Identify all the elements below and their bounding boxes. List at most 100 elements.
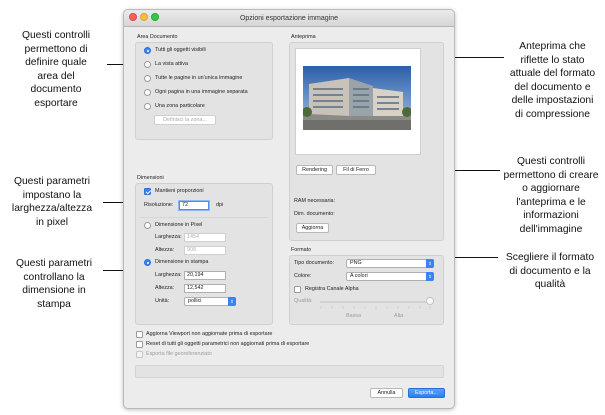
annotation-line: riflette lo stato (520, 54, 585, 66)
annotation-line: del documento e (514, 81, 591, 93)
update-viewports-checkbox[interactable] (136, 331, 143, 338)
annotation-line: o aggiornare (522, 183, 580, 194)
update-viewports-label[interactable]: Aggiorna Viewport non aggiornate prima d… (146, 331, 272, 338)
define-zone-button[interactable]: Definisci la zona... (154, 115, 216, 125)
annotation-line: Questi parametri (13, 176, 91, 187)
print-width-label: Larghezza: (155, 272, 182, 278)
wireframe-button[interactable]: Fil di Ferro (336, 165, 376, 175)
annotation-print-size: Questi parametri controllano la dimensio… (4, 257, 104, 311)
pixel-height-input[interactable]: 908 (184, 246, 226, 255)
chevron-updown-icon: ⇕ (228, 297, 236, 306)
pixel-width-label: Larghezza: (155, 234, 182, 240)
dimensions-separator (140, 217, 268, 218)
color-label: Colore: (294, 273, 312, 279)
annotation-line: Questi controlli (21, 30, 91, 41)
dialog-title: Opzioni esportazione immagine (239, 15, 339, 22)
annotation-line: qualità (534, 279, 566, 290)
quality-high-label: Alta (394, 313, 404, 319)
annotation-line: controllano la (23, 271, 85, 283)
annotation-line: esportare (34, 97, 78, 109)
radio-label[interactable]: Tutti gli oggetti visibili (155, 47, 206, 54)
resolution-unit: dpi (216, 202, 224, 208)
doc-size-label: Dim. documento: (294, 211, 335, 217)
annotation-line: dimensione in (22, 285, 86, 296)
annotation-line: permettono di creare (503, 169, 599, 181)
doc-type-label: Tipo documento: (294, 260, 334, 266)
pixel-size-label[interactable]: Dimensione in Pixel (155, 222, 202, 229)
annotation-line: informazioni (523, 210, 579, 221)
pixel-width-input[interactable]: 1454 (184, 233, 226, 242)
radio-each-page-separate[interactable] (144, 89, 151, 96)
annotation-line: dell'immagine (519, 223, 583, 235)
quality-slider-track[interactable] (320, 301, 430, 303)
annotation-line: definire quale (25, 57, 87, 68)
reset-parametric-checkbox[interactable] (136, 341, 143, 348)
minimize-window-icon[interactable] (140, 13, 148, 21)
zoom-window-icon[interactable] (151, 13, 159, 21)
annotation-line: delle impostazioni (511, 95, 594, 106)
alpha-channel-checkbox[interactable] (294, 286, 301, 293)
quality-low-label: Bassa (346, 313, 361, 319)
radio-pixel-size[interactable] (144, 222, 151, 229)
keep-proportions-checkbox[interactable] (144, 188, 151, 195)
ram-label: RAM necessaria: (294, 198, 336, 204)
cancel-button[interactable]: Annulla (370, 388, 403, 398)
chevron-updown-icon: ⇕ (426, 259, 434, 268)
annotation-line: impostano la (22, 189, 82, 201)
quality-label: Qualità: (294, 298, 313, 304)
annotation-line: larghezza/altezza (11, 203, 93, 214)
preview-heading: Anteprima (291, 34, 316, 40)
units-label: Unità: (155, 298, 170, 304)
annotation-line: in pixel (35, 216, 69, 228)
units-select[interactable]: pollici ⇕ (184, 297, 236, 306)
area-heading: Area Documento (137, 34, 178, 40)
radio-label[interactable]: La vista attiva (155, 61, 188, 68)
annotation-line: documento (30, 84, 82, 95)
radio-print-size[interactable] (144, 259, 151, 266)
color-select[interactable]: A colori ⇕ (346, 272, 434, 281)
georeferenced-label[interactable]: Esporta file georeferenziato (146, 351, 212, 358)
annotation-line: Scegliere il formato (505, 252, 595, 263)
print-height-input[interactable]: 12,542 (184, 284, 226, 293)
resolution-label: Risoluzione: (144, 202, 174, 208)
radio-active-view[interactable] (144, 61, 151, 68)
color-value: A colori (350, 273, 368, 279)
annotation-line: Questi controlli (516, 156, 586, 167)
annotation-line: di compressione (515, 108, 590, 120)
radio-all-pages-one-image[interactable] (144, 75, 151, 82)
format-heading: Formato (291, 247, 312, 253)
export-button[interactable]: Esporta... (408, 388, 445, 398)
radio-label[interactable]: Ogni pagina in una immagine separata (155, 89, 248, 96)
annotation-format: Scegliere il formato di documento e la q… (495, 251, 605, 292)
doc-type-select[interactable]: PNG ⇕ (346, 259, 434, 268)
keep-proportions-label[interactable]: Mantieni proporzioni (155, 188, 204, 195)
annotation-line: Anteprima che (519, 41, 586, 52)
quality-slider-ticks (320, 306, 431, 309)
print-width-input[interactable]: 20,194 (184, 271, 226, 280)
annotation-pixel-size: Questi parametri impostano la larghezza/… (2, 175, 102, 229)
close-window-icon[interactable] (129, 13, 137, 21)
print-size-label[interactable]: Dimensione in stampa (155, 259, 208, 266)
annotation-area-controls: Questi controlli permettono di definire … (4, 29, 108, 110)
annotation-preview: Anteprima che riflette lo stato attuale … (500, 40, 605, 121)
annotation-line: permettono di (24, 43, 88, 55)
annotation-preview-controls: Questi controlli permettono di creare o … (497, 155, 605, 236)
quality-slider-thumb[interactable] (426, 297, 434, 305)
chevron-updown-icon: ⇕ (426, 272, 434, 281)
print-height-label: Altezza: (155, 285, 175, 291)
alpha-channel-label[interactable]: Registra Canale Alpha (305, 286, 359, 293)
radio-label[interactable]: Una zona particolare (155, 103, 205, 110)
annotation-line: stampa (37, 298, 71, 310)
resolution-input[interactable]: 72 (179, 201, 209, 210)
rendering-button[interactable]: Rendering (296, 165, 333, 175)
georeferenced-checkbox[interactable] (136, 351, 143, 358)
status-bar (135, 365, 444, 378)
radio-label[interactable]: Tutte le pagine in un'unica immagine (155, 75, 242, 82)
reset-parametric-label[interactable]: Reset di tutti gli oggetti parametrici n… (146, 341, 309, 348)
radio-particular-zone[interactable] (144, 103, 151, 110)
radio-all-visible[interactable] (144, 47, 151, 54)
doc-type-value: PNG (350, 260, 362, 266)
annotation-line: l'anteprima e le (516, 196, 586, 208)
units-value: pollici (188, 298, 202, 304)
update-button[interactable]: Aggiorna (296, 223, 329, 233)
